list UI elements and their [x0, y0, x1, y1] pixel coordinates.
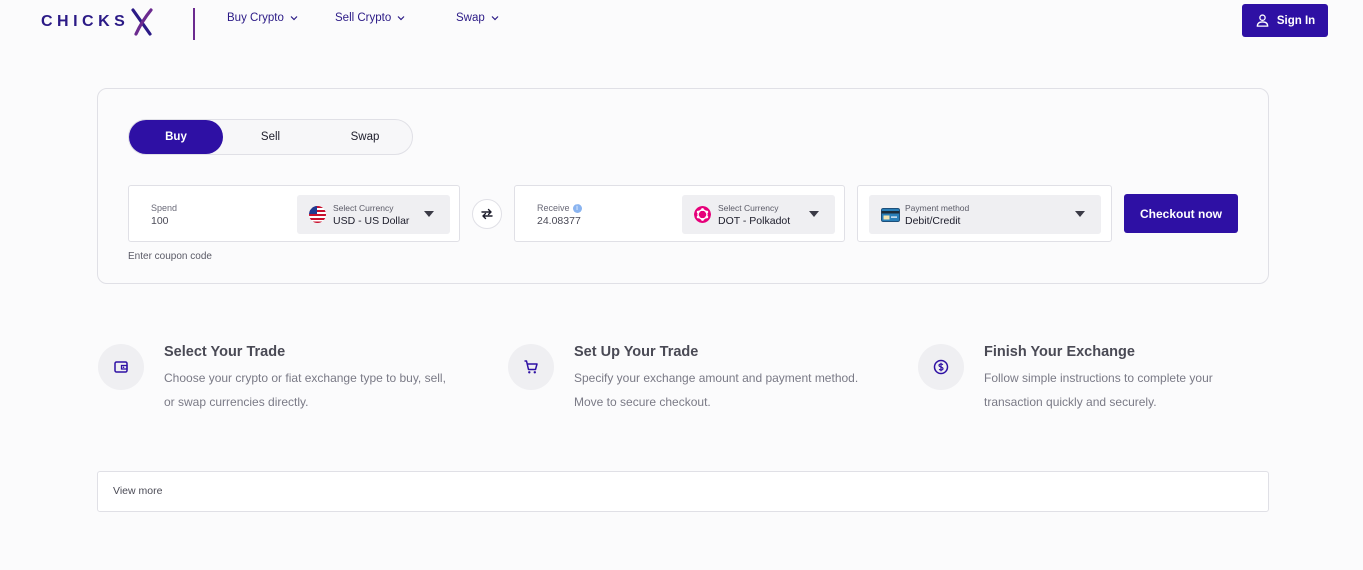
spend-currency-label: Select Currency — [333, 203, 394, 213]
us-flag-icon — [309, 206, 326, 223]
caret-down-icon — [1075, 211, 1085, 217]
step-description: Choose your crypto or fiat exchange type… — [164, 371, 446, 409]
step-select-trade: Select Your Trade Choose your crypto or … — [98, 342, 446, 422]
wallet-icon — [114, 361, 128, 373]
view-more-button[interactable]: View more — [97, 471, 1269, 512]
chevron-down-icon — [290, 16, 298, 21]
nav-swap[interactable]: Swap — [456, 12, 500, 24]
spend-input[interactable]: 100 — [151, 215, 169, 227]
step-description: Specify your exchange amount and payment… — [574, 371, 859, 409]
info-icon[interactable]: i — [572, 203, 582, 213]
chevron-down-icon — [397, 16, 405, 21]
payment-field: Payment method Debit/Credit — [857, 185, 1112, 242]
step-setup-trade: Set Up Your Trade Specify your exchange … — [508, 342, 858, 422]
checkout-button[interactable]: Checkout now — [1124, 194, 1238, 233]
logo-x-icon — [131, 8, 153, 36]
receive-label-row: Receive i — [537, 203, 582, 213]
step-title: Finish Your Exchange — [984, 344, 1135, 360]
step-icon-circle — [98, 344, 144, 390]
step-icon-circle — [508, 344, 554, 390]
tab-buy[interactable]: Buy — [129, 120, 223, 154]
step-icon-circle — [918, 344, 964, 390]
swap-direction-button[interactable] — [472, 199, 502, 229]
tab-swap[interactable]: Swap — [318, 120, 412, 154]
receive-currency-value: DOT - Polkadot — [718, 215, 791, 227]
nav-sell-crypto[interactable]: Sell Crypto — [335, 12, 406, 24]
sign-in-button[interactable]: Sign In — [1242, 4, 1328, 37]
step-description: Follow simple instructions to complete y… — [984, 371, 1213, 409]
nav-sell-crypto-label: Sell Crypto — [335, 12, 392, 24]
logo-text: CHICKS — [41, 13, 130, 30]
caret-down-icon — [809, 211, 819, 217]
spend-label: Spend — [151, 203, 178, 213]
receive-currency-label: Select Currency — [718, 203, 779, 213]
step-title: Set Up Your Trade — [574, 344, 699, 360]
user-icon — [1256, 14, 1269, 27]
receive-field: Receive i 24.08377 Select Currency DOT -… — [514, 185, 845, 242]
payment-method-value: Debit/Credit — [905, 215, 961, 227]
swap-arrows-icon — [481, 208, 493, 220]
receive-value: 24.08377 — [537, 215, 581, 227]
receive-currency-select[interactable]: Select Currency DOT - Polkadot — [682, 195, 835, 234]
receive-label: Receive — [537, 203, 570, 213]
card-icon — [881, 208, 900, 222]
dollar-icon — [933, 359, 949, 375]
trade-card: Buy Sell Swap Spend 100 Select Currency … — [97, 88, 1269, 284]
nav-swap-label: Swap — [456, 12, 485, 24]
nav-buy-crypto-label: Buy Crypto — [227, 12, 284, 24]
spend-field: Spend 100 Select Currency USD - US Dolla… — [128, 185, 460, 242]
tab-sell[interactable]: Sell — [223, 120, 318, 154]
view-more-label: View more — [113, 485, 163, 497]
caret-down-icon — [424, 211, 434, 217]
payment-method-label: Payment method — [905, 203, 970, 213]
payment-method-select[interactable]: Payment method Debit/Credit — [869, 195, 1101, 234]
trade-tabs: Buy Sell Swap — [128, 119, 413, 155]
sign-in-label: Sign In — [1276, 14, 1316, 27]
polkadot-icon — [694, 206, 711, 223]
nav-divider — [193, 8, 195, 40]
nav-buy-crypto[interactable]: Buy Crypto — [227, 12, 299, 24]
chicksx-logo[interactable]: CHICKS — [41, 7, 156, 37]
chevron-down-icon — [491, 16, 499, 21]
spend-currency-select[interactable]: Select Currency USD - US Dollar — [297, 195, 450, 234]
spend-currency-value: USD - US Dollar — [333, 215, 410, 227]
step-title: Select Your Trade — [164, 344, 286, 360]
coupon-link[interactable]: Enter coupon code — [128, 251, 212, 262]
cart-icon — [524, 360, 538, 374]
step-finish-exchange: Finish Your Exchange Follow simple instr… — [918, 342, 1258, 422]
